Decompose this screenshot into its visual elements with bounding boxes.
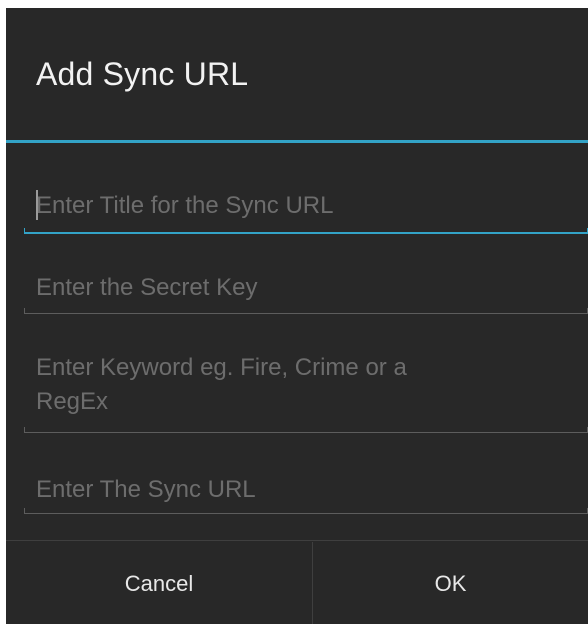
dialog-button-bar: Cancel OK [6,540,588,624]
ok-button[interactable]: OK [313,542,588,624]
secret-key-field[interactable]: Enter the Secret Key [24,258,588,318]
dialog-title: Add Sync URL [36,56,249,92]
keyword-field-placeholder-line1: Enter Keyword eg. Fire, Crime or a [36,354,407,381]
secret-key-field-placeholder: Enter the Secret Key [36,274,258,301]
keyword-field-underline [24,427,588,433]
title-field-underline [24,228,588,234]
title-field-placeholder: Enter Title for the Sync URL [36,192,334,219]
title-divider [6,140,588,143]
add-sync-url-dialog: Add Sync URL Enter Title for the Sync UR… [6,8,588,624]
sync-url-field-placeholder: Enter The Sync URL [36,476,256,503]
title-field[interactable]: Enter Title for the Sync URL [24,172,588,236]
keyword-field-placeholder-line2: RegEx [36,388,109,415]
sync-url-field-underline [24,508,588,514]
keyword-field[interactable]: Enter Keyword eg. Fire, Crime or a RegEx [24,342,588,438]
secret-key-field-underline [24,308,588,314]
cancel-button[interactable]: Cancel [6,542,312,624]
sync-url-field[interactable]: Enter The Sync URL [24,460,588,520]
